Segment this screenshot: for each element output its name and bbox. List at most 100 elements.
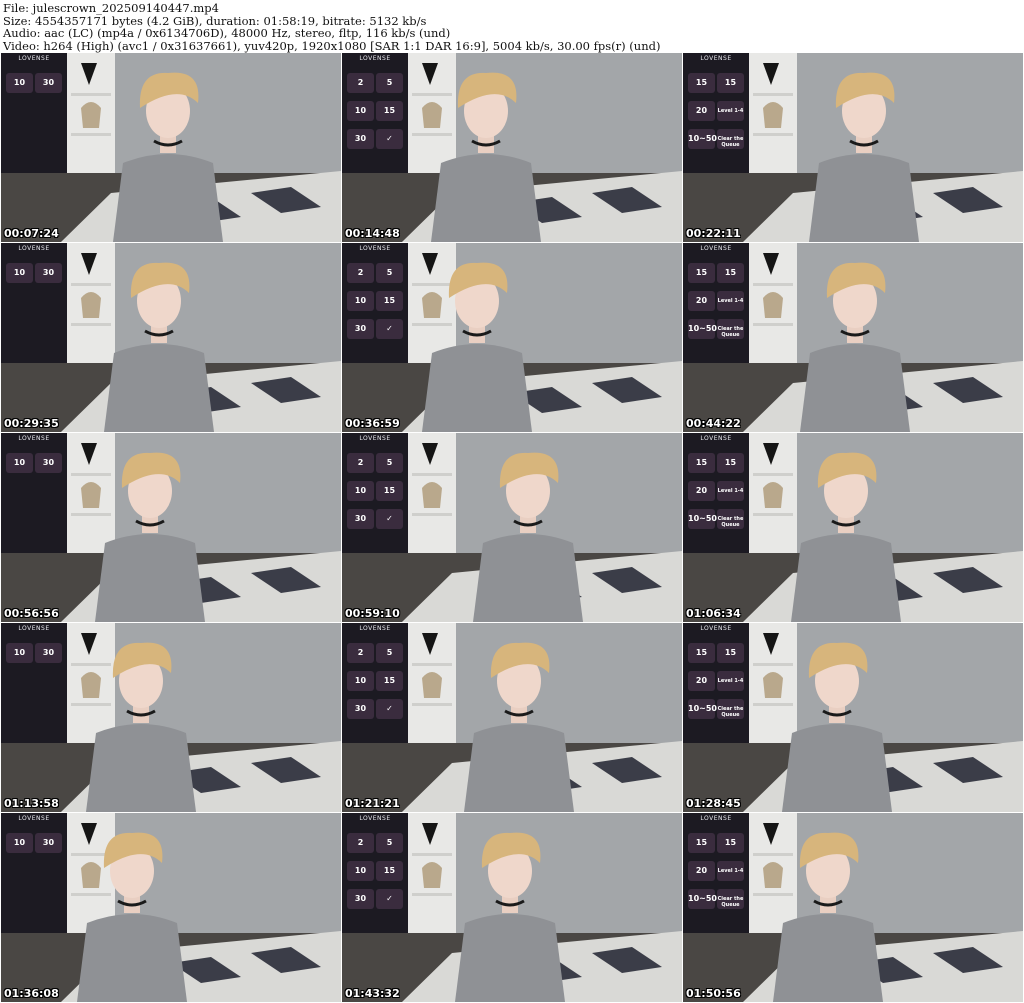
tip-level-cell: 20 <box>688 861 715 881</box>
tip-level-value: 15 <box>695 458 708 467</box>
tip-level-cell: 30 <box>35 643 62 663</box>
tip-level-value: 30 <box>354 894 367 903</box>
tip-level-value: ✓ <box>386 134 393 143</box>
tip-level-cell: Clear the Queue <box>717 129 744 149</box>
tip-level-cell: 15 <box>717 833 744 853</box>
video-thumbnail: LOVENSE 15 15 20 Level 1-4 10~50 Clear the Que… <box>683 433 1023 622</box>
tip-level-cell: 10~50 <box>688 509 717 529</box>
timestamp-label: 00:44:22 <box>686 417 741 430</box>
tip-level-cell: 15 <box>717 453 744 473</box>
lovense-logo: LOVENSE <box>359 55 391 62</box>
tip-level-cell: 15 <box>688 453 715 473</box>
video-thumbnail: LOVENSE 10 30 00:29:35 <box>1 243 341 432</box>
tip-level-cell: 30 <box>347 319 374 339</box>
video-line: Video: h264 (High) (avc1 / 0x31637661), … <box>3 38 661 53</box>
tip-level-value: 30 <box>42 838 55 847</box>
tip-level-cell: 15 <box>376 861 403 881</box>
tip-level-value: 15 <box>383 296 396 305</box>
tip-level-value: 15 <box>383 866 396 875</box>
timestamp-label: 01:36:08 <box>4 987 59 1000</box>
lovense-logo: LOVENSE <box>700 245 732 252</box>
tip-level-value: 10 <box>13 458 26 467</box>
tip-level-cell: Clear the Queue <box>717 889 744 909</box>
lovense-overlay-panel: LOVENSE 10 30 <box>1 53 67 173</box>
video-thumbnail: LOVENSE 15 15 20 Level 1-4 10~50 Clear the Que… <box>683 623 1023 812</box>
tip-level-cell: ✓ <box>376 509 403 529</box>
lovense-overlay-panel: LOVENSE 10 30 <box>1 433 67 553</box>
tip-level-cell: Level 1-4 <box>717 861 744 881</box>
tip-level-cell: ✓ <box>376 129 403 149</box>
tip-level-cell: 10 <box>347 671 374 691</box>
tip-level-cell: 15 <box>688 643 715 663</box>
timestamp-label: 00:36:59 <box>345 417 400 430</box>
tip-level-cell: 10 <box>6 263 33 283</box>
tip-level-value: 20 <box>695 676 708 685</box>
video-thumbnail: LOVENSE 15 15 20 Level 1-4 10~50 Clear the Que… <box>683 53 1023 242</box>
tip-level-value: 15 <box>724 268 737 277</box>
tip-level-cell: 20 <box>688 291 715 311</box>
tip-level-cell: Level 1-4 <box>717 481 744 501</box>
tip-level-cell: 15 <box>688 263 715 283</box>
tip-level-cell: 15 <box>717 643 744 663</box>
tip-level-cell: 5 <box>376 73 403 93</box>
tip-level-cell: 30 <box>35 833 62 853</box>
tip-level-cell: 15 <box>717 73 744 93</box>
tip-level-value: 2 <box>357 78 364 87</box>
timestamp-label: 01:50:56 <box>686 987 741 1000</box>
tip-level-value: 20 <box>695 296 708 305</box>
tip-level-cell: 20 <box>688 101 715 121</box>
lovense-overlay-panel: LOVENSE 2 5 10 15 30 ✓ <box>342 243 408 363</box>
tip-level-value: 2 <box>357 268 364 277</box>
tip-level-value: Level 1-4 <box>717 678 744 684</box>
tip-level-value: 2 <box>357 458 364 467</box>
tip-level-value: ✓ <box>386 894 393 903</box>
tip-level-cell: Level 1-4 <box>717 291 744 311</box>
tip-level-value: 10~50 <box>688 514 717 523</box>
tip-level-value: 10 <box>13 78 26 87</box>
tip-level-value: 15 <box>724 458 737 467</box>
video-thumbnail: LOVENSE 2 5 10 15 30 ✓ 00:36:59 <box>342 243 682 432</box>
tip-level-cell: Clear the Queue <box>717 319 744 339</box>
tip-level-value: 2 <box>357 648 364 657</box>
lovense-logo: LOVENSE <box>18 625 50 632</box>
tip-level-cell: 2 <box>347 73 374 93</box>
tip-level-cell: 2 <box>347 833 374 853</box>
tip-level-value: 20 <box>695 486 708 495</box>
tip-level-value: 30 <box>354 514 367 523</box>
tip-level-value: 5 <box>386 78 393 87</box>
tip-level-cell: 15 <box>376 671 403 691</box>
lovense-logo: LOVENSE <box>700 55 732 62</box>
tip-level-cell: 30 <box>347 699 374 719</box>
lovense-overlay-panel: LOVENSE 15 15 20 Level 1-4 10~50 Clear the Que… <box>683 53 749 173</box>
tip-level-value: 10~50 <box>688 324 717 333</box>
tip-level-value: 15 <box>383 676 396 685</box>
tip-level-cell: ✓ <box>376 699 403 719</box>
video-thumbnail: LOVENSE 2 5 10 15 30 ✓ 01:43:32 <box>342 813 682 1002</box>
tip-level-cell: 15 <box>717 263 744 283</box>
tip-level-value: 15 <box>724 78 737 87</box>
tip-level-value: 30 <box>42 648 55 657</box>
tip-level-cell: ✓ <box>376 889 403 909</box>
tip-level-value: 30 <box>354 704 367 713</box>
tip-level-cell: 30 <box>35 453 62 473</box>
tip-level-value: Clear the Queue <box>717 896 744 908</box>
tip-level-cell: ✓ <box>376 319 403 339</box>
tip-level-value: 20 <box>695 106 708 115</box>
lovense-overlay-panel: LOVENSE 2 5 10 15 30 ✓ <box>342 53 408 173</box>
lovense-overlay-panel: LOVENSE 10 30 <box>1 813 67 933</box>
tip-level-cell: 30 <box>35 263 62 283</box>
timestamp-label: 01:13:58 <box>4 797 59 810</box>
tip-level-cell: 10 <box>347 101 374 121</box>
tip-level-cell: 30 <box>347 889 374 909</box>
tip-level-value: ✓ <box>386 324 393 333</box>
tip-level-value: 15 <box>383 486 396 495</box>
lovense-logo: LOVENSE <box>700 625 732 632</box>
tip-level-cell: 5 <box>376 833 403 853</box>
video-thumbnail: LOVENSE 15 15 20 Level 1-4 10~50 Clear the Que… <box>683 813 1023 1002</box>
tip-level-value: Level 1-4 <box>717 868 744 874</box>
tip-level-value: Clear the Queue <box>717 326 744 338</box>
tip-level-cell: 15 <box>376 481 403 501</box>
tip-level-cell: 5 <box>376 263 403 283</box>
tip-level-value: 10~50 <box>688 894 717 903</box>
tip-level-cell: 30 <box>35 73 62 93</box>
